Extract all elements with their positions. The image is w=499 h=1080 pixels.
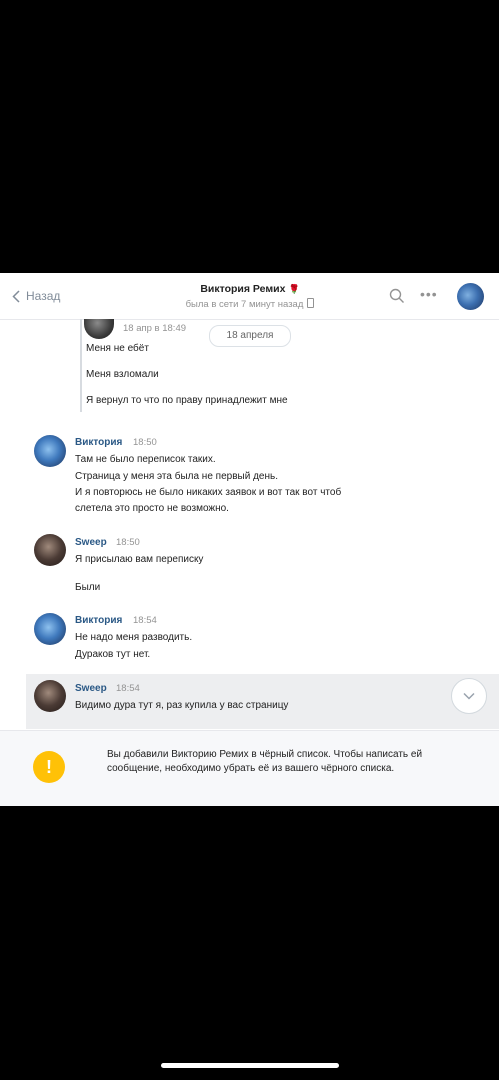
blacklist-notice: ! Вы добавили Викторию Ремих в чёрный сп… [0, 730, 499, 806]
chat-screen: Назад Виктория Ремих 🌹 была в сети 7 мину… [0, 273, 499, 806]
date-pill: 18 апреля [209, 325, 291, 347]
message-text: Не надо меня разводить. [75, 632, 193, 643]
message-text: Меня взломали [86, 369, 159, 380]
author-name[interactable]: Sweep [75, 683, 107, 694]
message-text: Там не было переписок таких. [75, 454, 216, 465]
home-indicator[interactable] [161, 1063, 339, 1068]
message-text: Дураков тут нет. [75, 649, 151, 660]
message-text: Были [75, 582, 101, 593]
back-label: Назад [26, 289, 61, 303]
message-time: 18 апр в 18:49 [123, 323, 187, 334]
message-text: Я вернул то что по праву принадлежит мне [86, 395, 288, 406]
avatar[interactable] [34, 680, 66, 712]
message-text: Я присылаю вам переписку [75, 554, 204, 565]
phone-icon [307, 298, 315, 308]
avatar[interactable] [34, 534, 66, 566]
scroll-down-button[interactable] [451, 678, 487, 714]
online-status: была в сети 7 минут назад [130, 298, 370, 310]
search-icon[interactable] [389, 288, 405, 304]
author-name[interactable]: Виктория [75, 615, 122, 626]
avatar[interactable] [457, 283, 484, 310]
author-name[interactable]: Sweep [75, 537, 107, 548]
avatar[interactable] [34, 435, 66, 467]
message-text: И я повторюсь не было никаких заявок и в… [75, 487, 342, 498]
more-icon[interactable]: ••• [420, 287, 438, 301]
chevron-down-icon [463, 692, 475, 700]
message-text: Страница у меня эта была не первый день. [75, 471, 278, 482]
author-name[interactable]: Виктория [75, 437, 122, 448]
message-time: 18:54 [133, 615, 157, 626]
message-text: слетела это просто не возможно. [75, 503, 229, 514]
chevron-left-icon [12, 289, 20, 303]
chat-header: Назад Виктория Ремих 🌹 была в сети 7 мину… [0, 273, 499, 320]
forward-bar [80, 319, 82, 412]
message-text: Видимо дура тут я, раз купила у вас стра… [75, 700, 289, 711]
rose-emoji: 🌹 [288, 284, 300, 294]
avatar [84, 319, 114, 339]
avatar[interactable] [34, 613, 66, 645]
message-time: 18:50 [133, 437, 157, 448]
chat-title[interactable]: Виктория Ремих 🌹 [130, 283, 370, 295]
message-text: Меня не ебёт [86, 343, 149, 354]
warning-icon: ! [33, 751, 65, 783]
message-time: 18:50 [116, 537, 140, 548]
message-time: 18:54 [116, 683, 140, 694]
notice-text: Вы добавили Викторию Ремих в чёрный спис… [107, 749, 423, 774]
back-button[interactable]: Назад [12, 286, 60, 306]
